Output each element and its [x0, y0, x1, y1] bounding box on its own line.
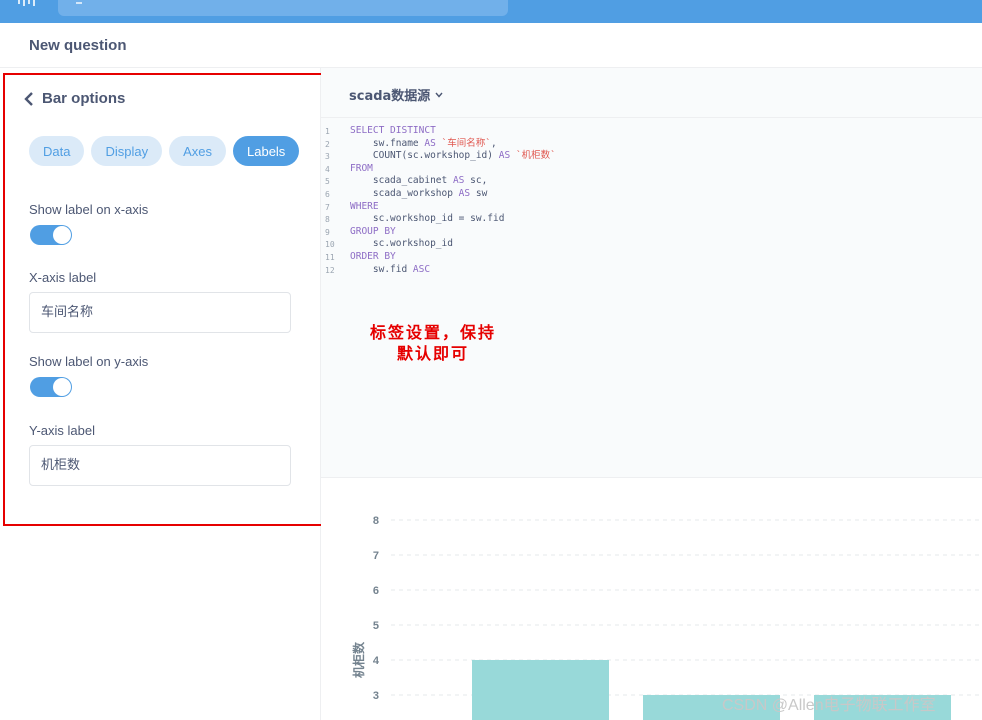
- y-tick-label: 5: [373, 620, 379, 632]
- search-icon: [76, 0, 82, 4]
- code-line: ORDER BY: [350, 251, 556, 264]
- sql-token: sc,: [464, 175, 488, 187]
- sql-token: sc.workshop_id: [350, 238, 453, 250]
- x-axis-label-title: X-axis label: [29, 270, 97, 285]
- chevron-left-icon: [24, 91, 33, 106]
- code-line: COUNT(sc.workshop_id) AS `机柜数`: [350, 150, 556, 163]
- sql-token: sw.fname: [350, 137, 425, 149]
- line-number: 10: [325, 240, 335, 250]
- sql-keyword: ORDER BY: [350, 250, 396, 262]
- code-line: sw.fid ASC: [350, 264, 556, 277]
- code-line: sw.fname AS `车间名称`,: [350, 138, 556, 151]
- sql-string: `车间名称`: [435, 137, 491, 149]
- tab-axes-label: Axes: [183, 143, 212, 159]
- sql-keyword: ASC: [412, 263, 431, 275]
- code-line: sc.workshop_id: [350, 238, 556, 251]
- sql-code[interactable]: SELECT DISTINCT sw.fname AS `车间名称`, COUN…: [350, 125, 556, 276]
- database-picker[interactable]: scada数据源: [349, 85, 443, 104]
- sql-token: scada_workshop: [350, 187, 459, 199]
- code-line: SELECT DISTINCT: [350, 125, 556, 138]
- bar-chart: 3 4 5 6 7 8 机柜数: [351, 515, 982, 720]
- sql-token: sw.fid: [350, 263, 413, 275]
- show-y-label-toggle[interactable]: [30, 377, 72, 397]
- tab-axes[interactable]: Axes: [169, 136, 226, 166]
- show-x-label-toggle[interactable]: [30, 225, 72, 245]
- y-axis-title: 机柜数: [351, 641, 366, 678]
- back-to-chart-types-button[interactable]: Bar options: [24, 90, 125, 107]
- tab-data[interactable]: Data: [29, 136, 85, 166]
- app-logo-icon[interactable]: [18, 0, 40, 6]
- annotation-note: 标签设置，保持 默认即可: [370, 322, 496, 364]
- database-name: scada数据源: [349, 89, 431, 104]
- line-number: 12: [325, 265, 335, 275]
- y-tick-label: 8: [373, 515, 379, 527]
- show-y-label-title: Show label on y-axis: [29, 354, 149, 369]
- sql-token: sw: [470, 187, 488, 199]
- y-tick-label: 3: [373, 690, 379, 702]
- y-axis-label-input[interactable]: 机柜数: [29, 445, 291, 486]
- line-number: 8: [325, 215, 330, 225]
- line-number: 4: [325, 164, 330, 174]
- annotation-line-1: 标签设置，保持: [370, 323, 497, 342]
- sql-token: sc.workshop_id = sw.fid: [350, 213, 505, 225]
- sql-keyword: GROUP BY: [350, 225, 396, 237]
- show-x-label-title: Show label on x-axis: [29, 202, 149, 217]
- tab-labels[interactable]: Labels: [233, 136, 300, 166]
- line-number: 11: [325, 252, 335, 262]
- code-line: WHERE: [350, 201, 556, 214]
- code-line: scada_cabinet AS sc,: [350, 175, 556, 188]
- line-number: 9: [325, 227, 330, 237]
- sql-string: `机柜数`: [510, 150, 556, 162]
- chevron-down-icon: [435, 92, 443, 98]
- code-line: GROUP BY: [350, 226, 556, 239]
- line-number-gutter: 1 2 3 4 5 6 7 8 9 10 11 12: [325, 126, 337, 277]
- bar: [472, 660, 609, 720]
- top-nav-bar: [0, 0, 982, 23]
- sql-token: COUNT(sc.workshop_id): [350, 150, 499, 162]
- tab-display-label: Display: [105, 143, 149, 159]
- sql-keyword: FROM: [350, 162, 373, 174]
- back-button-label: Bar options: [42, 90, 126, 107]
- data-source-bar: scada数据源: [321, 68, 982, 118]
- tab-display[interactable]: Display: [91, 136, 163, 166]
- y-tick-label: 4: [373, 655, 380, 667]
- settings-tabs: Data Display Axes Labels: [29, 136, 300, 166]
- code-line: sc.workshop_id = sw.fid: [350, 213, 556, 226]
- code-line: scada_workshop AS sw: [350, 188, 556, 201]
- sql-keyword: WHERE: [350, 200, 379, 212]
- y-axis-label-title: Y-axis label: [29, 423, 96, 438]
- sql-keyword: AS: [452, 175, 465, 187]
- code-line: FROM: [350, 163, 556, 176]
- tab-labels-label: Labels: [247, 143, 286, 159]
- annotation-line-2: 默认即可: [397, 344, 470, 363]
- tab-data-label: Data: [43, 143, 71, 159]
- line-number: 6: [325, 189, 330, 199]
- sql-token: ,: [490, 137, 497, 149]
- sql-editor[interactable]: 1 2 3 4 5 6 7 8 9 10 11 12 SELECT DISTINCT sw.fname…: [321, 118, 982, 478]
- watermark-text: CSDN @Allen电子物联工作室: [722, 697, 936, 714]
- question-header: New question: [0, 23, 982, 68]
- sql-keyword: AS: [498, 150, 511, 162]
- sql-keyword: AS: [424, 137, 436, 149]
- line-number: 3: [325, 152, 330, 162]
- line-number: 1: [325, 127, 330, 136]
- y-tick-label: 6: [373, 585, 379, 597]
- y-tick-label: 7: [373, 550, 379, 562]
- sql-keyword: SELECT DISTINCT: [350, 125, 436, 136]
- line-number: 2: [325, 139, 330, 149]
- line-number: 7: [325, 202, 330, 212]
- page-title: New question: [29, 37, 127, 54]
- line-number: 5: [325, 177, 330, 187]
- sql-token: scada_cabinet: [350, 175, 453, 187]
- x-axis-label-input[interactable]: 车间名称: [29, 292, 291, 333]
- sql-keyword: AS: [458, 187, 471, 199]
- global-search-input[interactable]: [58, 0, 508, 16]
